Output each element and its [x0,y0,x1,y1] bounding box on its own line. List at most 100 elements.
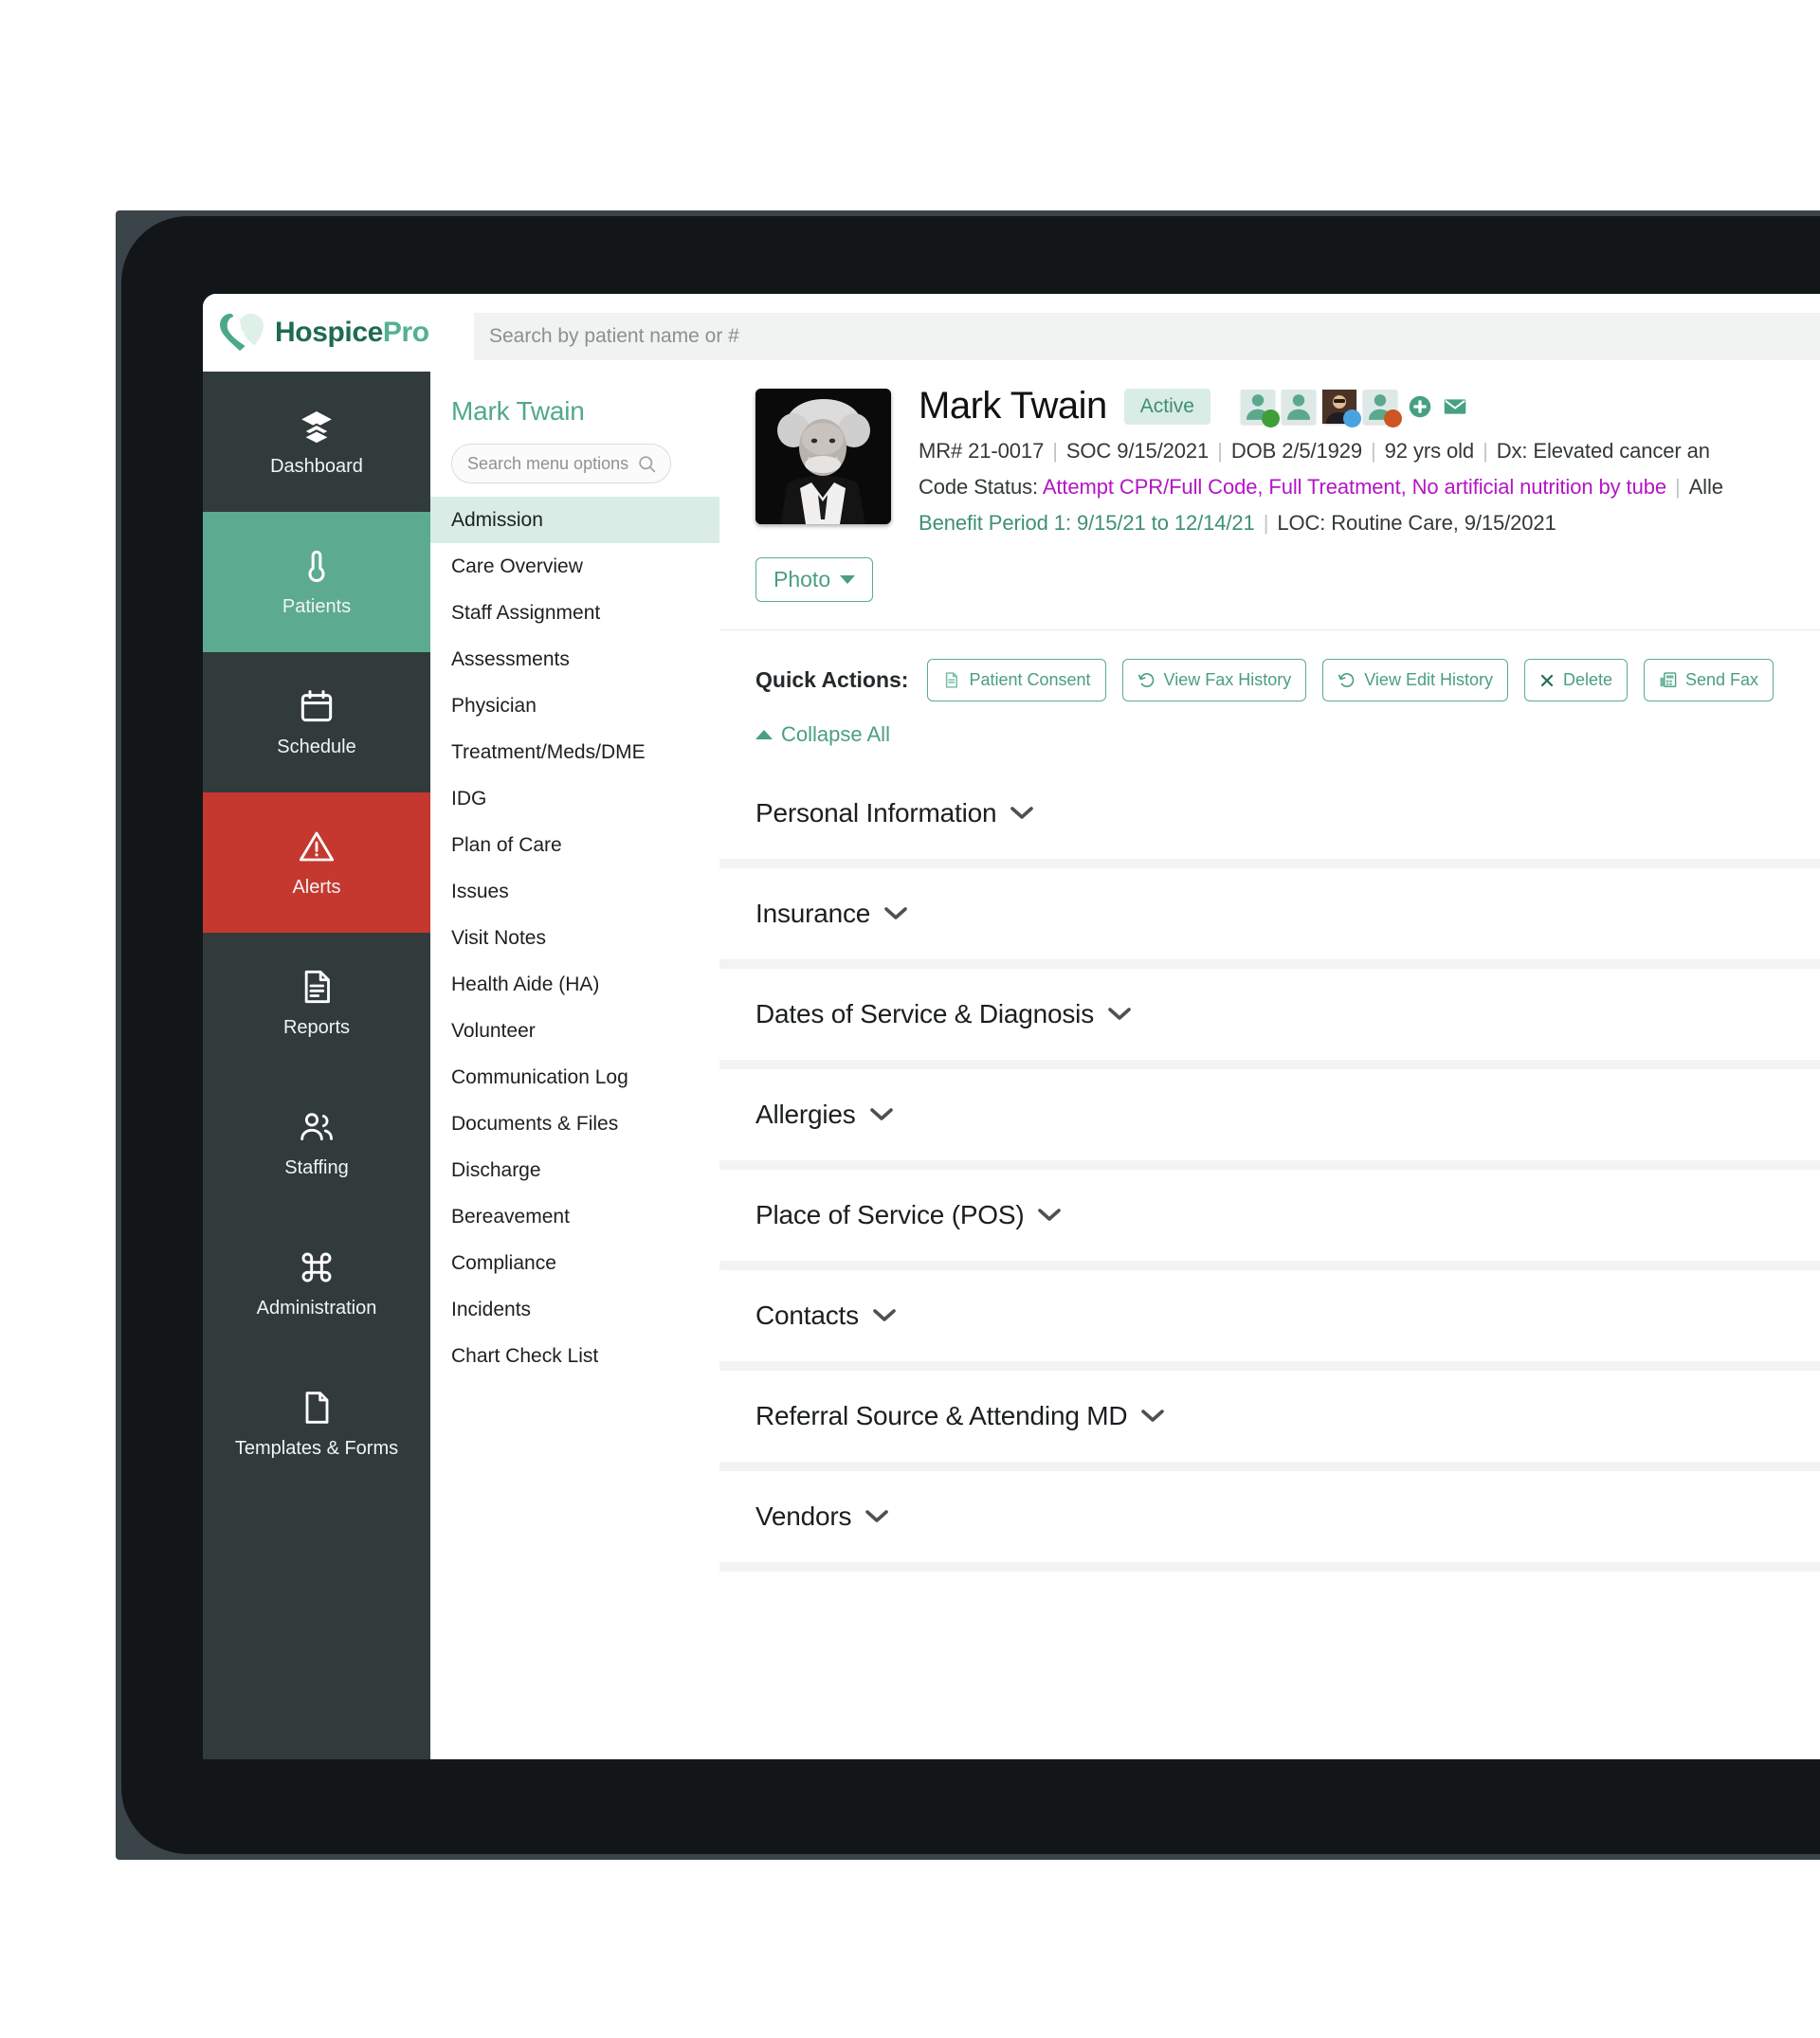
brand-logo-group[interactable]: HospicePro [203,312,472,354]
menu-item-admission[interactable]: Admission [430,497,719,543]
chevron-down-icon [1010,807,1034,819]
file-icon [305,1391,329,1424]
menu-item-label: Plan of Care [451,833,562,856]
menu-item-plan-of-care[interactable]: Plan of Care [430,822,719,868]
view-fax-history-button[interactable]: View Fax History [1121,659,1307,701]
delete-button[interactable]: Delete [1523,659,1628,701]
sidebar-item-reports[interactable]: Reports [203,933,430,1073]
allergies-label: Alle [1688,475,1723,499]
menu-item-label: Issues [451,880,509,902]
sidebar-item-dashboard[interactable]: Dashboard [203,372,430,512]
envelope-icon[interactable] [1443,394,1467,419]
primary-nav-rail: Dashboard Patients Schedule Alerts Repor… [203,372,430,1759]
menu-item-bereavement[interactable]: Bereavement [430,1193,719,1240]
section-dates-of-service-diagnosis[interactable]: Dates of Service & Diagnosis [719,969,1820,1060]
sidebar-item-alerts[interactable]: Alerts [203,792,430,933]
menu-item-label: IDG [451,787,487,810]
patient-header: Mark Twain Active MR# 21-0017 | SOC 9/15… [719,372,1820,629]
calendar-icon [300,689,333,721]
menu-search-wrapper: Search menu options [430,427,719,483]
avatar[interactable] [1321,389,1361,428]
menu-item-incidents[interactable]: Incidents [430,1286,719,1333]
menu-item-care-overview[interactable]: Care Overview [430,543,719,590]
sidebar-item-label: Administration [256,1297,377,1319]
sidebar-item-label: Staffing [284,1156,349,1178]
section-referral-source-attending-md[interactable]: Referral Source & Attending MD [719,1371,1820,1462]
section-place-of-service[interactable]: Place of Service (POS) [719,1170,1820,1261]
patient-submenu: Mark Twain Search menu options Admission… [430,372,719,1759]
plus-circle-icon[interactable] [1408,394,1432,419]
send-fax-button[interactable]: Send Fax [1644,659,1774,701]
code-status-value: Attempt CPR/Full Code, Full Treatment, N… [1042,475,1666,499]
section-allergies[interactable]: Allergies [719,1069,1820,1160]
chevron-down-icon [1038,1209,1062,1221]
accordion-sections: Personal Information Insurance Dates of … [719,768,1820,1663]
menu-item-issues[interactable]: Issues [430,868,719,915]
brand-name-secondary: Pro [382,317,429,348]
fax-icon [1660,672,1677,688]
menu-item-volunteer[interactable]: Volunteer [430,1008,719,1054]
menu-item-chart-check-list[interactable]: Chart Check List [430,1333,719,1379]
section-insurance[interactable]: Insurance [719,868,1820,959]
menu-item-treatment-meds-dme[interactable]: Treatment/Meds/DME [430,729,719,775]
history-icon [1138,673,1154,687]
avatar[interactable] [1362,389,1402,428]
menu-item-label: Communication Log [451,1065,628,1088]
menu-item-label: Care Overview [451,555,583,577]
sidebar-item-label: Schedule [277,736,356,757]
sidebar-item-label: Alerts [292,876,341,898]
section-title: Insurance [755,899,871,928]
patient-mrn: MR# 21-0017 [919,439,1045,463]
section-title: Referral Source & Attending MD [755,1401,1128,1430]
avatar[interactable] [1281,389,1316,424]
collapse-all-button[interactable]: Collapse All [719,701,890,747]
status-dot [1342,409,1361,428]
menu-item-assessments[interactable]: Assessments [430,636,719,682]
section-title: Vendors [755,1501,852,1531]
menu-item-health-aide[interactable]: Health Aide (HA) [430,961,719,1008]
menu-item-physician[interactable]: Physician [430,682,719,729]
section-partial-next[interactable] [719,1572,1820,1663]
separator: | [1483,439,1488,463]
separator: | [1263,511,1269,535]
section-title: Dates of Service & Diagnosis [755,999,1095,1028]
app-window: HospicePro Dashboard Patients [203,294,1820,1759]
menu-item-label: Incidents [451,1298,532,1320]
sidebar-item-staffing[interactable]: Staffing [203,1073,430,1213]
menu-search-placeholder: Search menu options [467,453,629,473]
view-edit-history-button[interactable]: View Edit History [1322,659,1508,701]
sidebar-item-schedule[interactable]: Schedule [203,652,430,792]
section-contacts[interactable]: Contacts [719,1270,1820,1361]
menu-item-label: Chart Check List [451,1344,599,1367]
sidebar-item-label: Reports [282,1016,351,1038]
sidebar-item-patients[interactable]: Patients [203,512,430,652]
menu-item-label: Volunteer [451,1019,536,1042]
sidebar-item-templates-forms[interactable]: Templates & Forms [203,1354,430,1494]
menu-item-label: Documents & Files [451,1112,619,1135]
section-title: Place of Service (POS) [755,1200,1025,1229]
document-lines-icon [304,970,330,1003]
section-vendors[interactable]: Vendors [719,1471,1820,1562]
menu-item-compliance[interactable]: Compliance [430,1240,719,1286]
patient-consent-button[interactable]: Patient Consent [927,659,1106,701]
separator: | [1371,439,1376,463]
main-panel: Mark Twain Active MR# 21-0017 | SOC 9/15… [719,372,1820,1759]
menu-item-documents-files[interactable]: Documents & Files [430,1101,719,1147]
avatar[interactable] [1240,389,1280,428]
sidebar-item-administration[interactable]: Administration [203,1213,430,1354]
sidebar-item-label: Patients [282,595,352,617]
menu-item-discharge[interactable]: Discharge [430,1147,719,1193]
sidebar-item-label: Templates & Forms [234,1437,399,1459]
patient-age: 92 yrs old [1384,439,1475,463]
menu-search-input[interactable]: Search menu options [451,444,671,483]
menu-item-visit-notes[interactable]: Visit Notes [430,915,719,961]
top-bar: HospicePro [203,294,1820,372]
global-search-input[interactable] [474,313,1820,360]
people-icon [300,1112,333,1140]
menu-item-idg[interactable]: IDG [430,775,719,822]
menu-item-staff-assignment[interactable]: Staff Assignment [430,590,719,636]
patient-photo [755,389,891,524]
photo-dropdown-button[interactable]: Photo [755,557,874,602]
menu-item-communication-log[interactable]: Communication Log [430,1054,719,1101]
section-personal-information[interactable]: Personal Information [719,768,1820,859]
